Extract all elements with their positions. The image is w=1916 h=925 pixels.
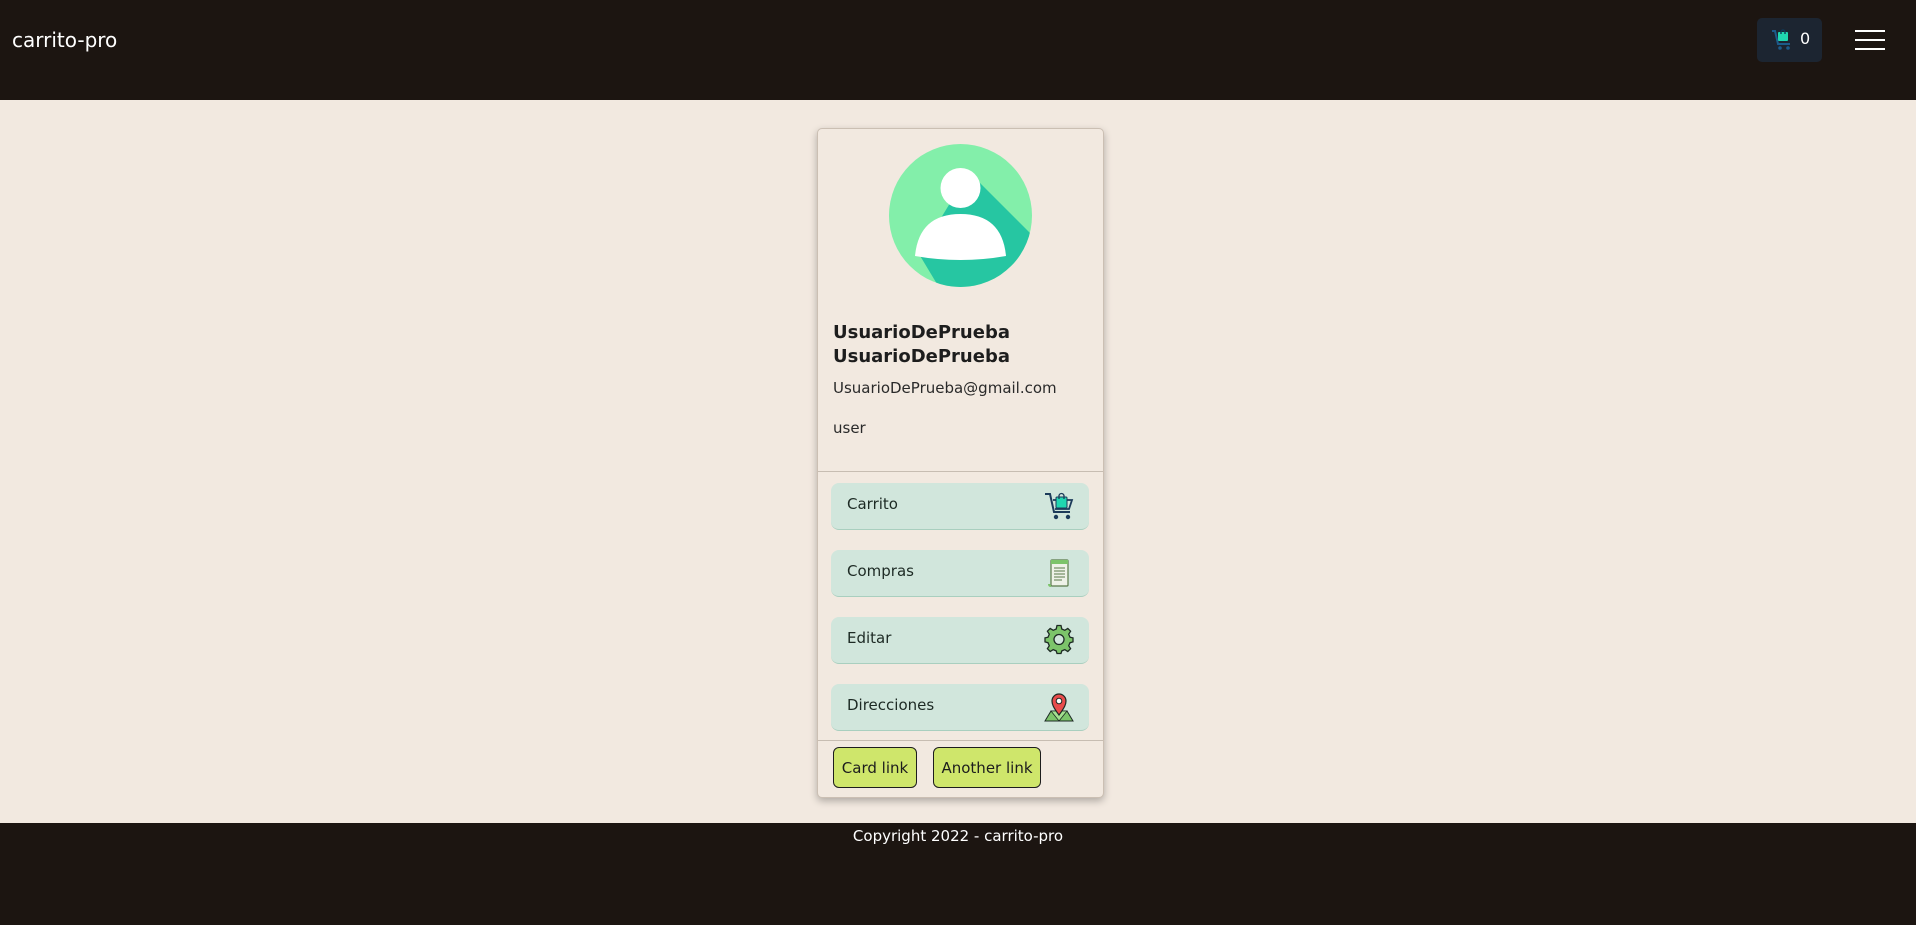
copyright-text: Copyright 2022 - carrito-pro <box>852 827 1064 845</box>
menu-item-label: Compras <box>847 562 914 580</box>
top-navbar: carrito-pro 0 <box>0 0 1916 100</box>
shopping-cart-icon <box>1772 29 1790 50</box>
menu-item-compras[interactable]: Compras <box>831 550 1089 597</box>
profile-card: UsuarioDePrueba UsuarioDePrueba UsuarioD… <box>817 128 1104 798</box>
shopping-cart-icon <box>1045 492 1074 520</box>
menu-item-label: Direcciones <box>847 696 935 714</box>
user-avatar-icon <box>889 144 1032 287</box>
header-cart-button[interactable]: 0 <box>1757 18 1822 62</box>
gear-icon <box>1044 624 1074 655</box>
menu-item-carrito[interactable]: Carrito <box>831 483 1089 530</box>
menu-item-label: Carrito <box>847 495 898 513</box>
menu-item-editar[interactable]: Editar <box>831 617 1089 664</box>
menu-item-label: Editar <box>847 629 892 647</box>
card-link-button[interactable]: Card link <box>833 747 917 788</box>
menu-item-direcciones[interactable]: Direcciones <box>831 684 1089 731</box>
user-full-name: UsuarioDePrueba UsuarioDePrueba <box>833 322 1010 367</box>
page-footer: Copyright 2022 - carrito-pro <box>0 823 1916 925</box>
user-email: UsuarioDePrueba@gmail.com <box>833 379 1057 397</box>
brand-logo-text[interactable]: carrito-pro <box>12 28 117 52</box>
another-link-button[interactable]: Another link <box>933 747 1041 788</box>
cart-count-badge: 0 <box>1800 29 1811 48</box>
card-footer-divider <box>818 740 1103 741</box>
card-divider <box>818 471 1103 472</box>
hamburger-menu-icon[interactable] <box>1855 28 1885 50</box>
user-role: user <box>833 419 866 437</box>
map-pin-icon <box>1044 693 1074 722</box>
receipt-icon <box>1048 559 1069 587</box>
